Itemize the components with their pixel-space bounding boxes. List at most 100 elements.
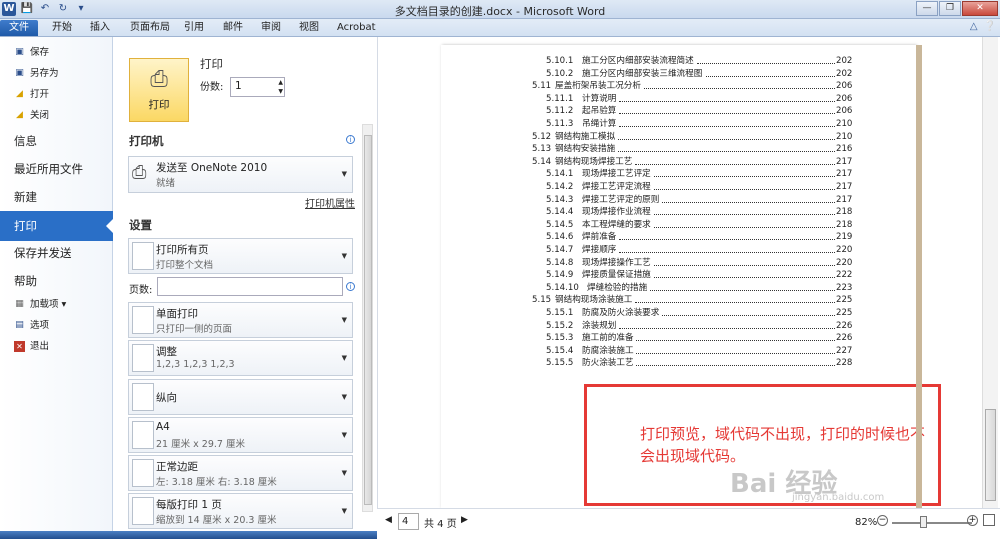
paper-size-dropdown[interactable]: A4 21 厘米 x 29.7 厘米 ▼ [128, 417, 353, 453]
minimize-ribbon-icon[interactable]: △ [970, 21, 978, 32]
zoom-in-icon[interactable]: + [967, 515, 978, 526]
toc-number: 5.14.5 [546, 219, 574, 230]
zoom-out-icon[interactable]: − [877, 515, 888, 526]
watermark-url: jingyan.baidu.com [792, 492, 885, 503]
prev-page-icon[interactable]: ◀ [385, 515, 392, 525]
toc-title: 防火涂装工艺 [582, 358, 634, 369]
zoom-to-page-icon[interactable] [983, 514, 995, 526]
nav-open[interactable]: ◢ 打开 [0, 86, 113, 104]
zoom-slider-thumb[interactable] [920, 516, 927, 528]
toc-page-number: 210 [836, 131, 853, 142]
collate-sub: 1,2,3 1,2,3 1,2,3 [156, 359, 235, 370]
orientation-dropdown[interactable]: 纵向 ▼ [128, 379, 353, 415]
toc-number: 5.14.10 [546, 282, 579, 293]
nav-save-label: 保存 [30, 47, 50, 58]
toc-entry: 5.14.1 现场焊接工艺评定 217 [441, 169, 861, 180]
toc-title: 钢结构安装措施 [555, 144, 616, 155]
one-sided-icon [132, 306, 154, 334]
toc-title: 防腐及防火涂装要求 [582, 308, 660, 318]
printer-dropdown[interactable]: ⎙ 发送至 OneNote 2010 就绪 ▼ [128, 156, 353, 193]
scroll-thumb[interactable] [364, 135, 372, 505]
chevron-down-icon: ▼ [341, 316, 347, 324]
copies-stepper[interactable]: 1 ▲ ▼ [230, 77, 285, 97]
minimize-button[interactable]: — [916, 1, 938, 16]
settings-scrollbar[interactable] [362, 124, 373, 512]
tab-mailings[interactable]: 邮件 [223, 20, 243, 36]
toc-number: 5.11.1 [546, 93, 574, 104]
close-doc-icon: ◢ [16, 110, 23, 120]
toc-title: 焊接工艺评定流程 [582, 182, 651, 192]
sides-sub: 只打印一侧的页面 [156, 324, 233, 335]
tab-review[interactable]: 审阅 [261, 20, 281, 36]
paper-size-icon [132, 421, 154, 449]
nav-save[interactable]: ▣ 保存 [0, 44, 113, 62]
margins-dropdown[interactable]: 正常边距 左: 3.18 厘米 右: 3.18 厘米 ▼ [128, 455, 353, 491]
ribbon-tabs: 文件 开始 插入 页面布局 引用 邮件 审阅 视图 Acrobat △ ❔ [0, 19, 1000, 37]
collate-dropdown[interactable]: 调整 1,2,3 1,2,3 1,2,3 ▼ [128, 340, 353, 376]
zoom-level[interactable]: 82% [855, 517, 877, 528]
next-page-icon[interactable]: ▶ [461, 515, 468, 525]
nav-save-as[interactable]: ▣ 另存为 [0, 65, 113, 83]
current-page-input[interactable]: 4 [398, 513, 419, 530]
toc-page-number: 202 [836, 56, 853, 66]
toc-page-number: 227 [836, 345, 853, 356]
close-button[interactable]: ✕ [962, 1, 998, 16]
printer-info-icon[interactable]: i [346, 135, 355, 144]
toc-entry: 5.10.1 施工分区内细部安装流程简述 202 [441, 56, 861, 67]
pages-input[interactable] [157, 277, 343, 296]
tab-acrobat[interactable]: Acrobat [337, 20, 376, 36]
toc-title: 钢结构现场焊接工艺 [555, 156, 633, 167]
nav-close[interactable]: ◢ 关闭 [0, 107, 113, 125]
print-range-dropdown[interactable]: 打印所有页 打印整个文档 ▼ [128, 238, 353, 274]
preview-scrollbar[interactable] [982, 37, 998, 508]
collate-title: 调整 [156, 346, 177, 358]
toc-page-number: 206 [836, 106, 853, 117]
zoom-slider[interactable] [892, 522, 972, 524]
toc-entry: 5.13 钢结构安装措施 216 [441, 144, 861, 155]
printer-heading: 打印机 [129, 134, 164, 148]
toc-leader-dots [653, 220, 835, 228]
toc-title: 钢结构现场涂装施工 [555, 295, 633, 306]
toc-title: 吊绳计算 [582, 119, 617, 129]
pages-info-icon[interactable]: i [346, 282, 355, 291]
tab-page-layout[interactable]: 页面布局 [130, 20, 170, 36]
preview-scroll-thumb[interactable] [985, 409, 996, 501]
toc-leader-dots [618, 119, 835, 127]
margins-title: 正常边距 [156, 461, 198, 473]
nav-options[interactable]: ▤ 选项 [0, 317, 113, 335]
nav-print[interactable]: 打印 [0, 211, 114, 241]
print-button[interactable]: ⎙ 打印 [129, 58, 189, 122]
nav-new[interactable]: 新建 [0, 188, 113, 206]
toc-page-number: 226 [836, 320, 853, 331]
print-range-title: 打印所有页 [156, 244, 209, 256]
toc-number: 5.11.3 [546, 119, 574, 129]
sides-dropdown[interactable]: 单面打印 只打印一侧的页面 ▼ [128, 302, 353, 338]
toc-page-number: 220 [836, 257, 853, 268]
restore-button[interactable]: ❐ [939, 1, 961, 16]
pages-per-sheet-dropdown[interactable]: 每版打印 1 页 缩放到 14 厘米 x 20.3 厘米 ▼ [128, 493, 353, 529]
tab-file[interactable]: 文件 [0, 20, 38, 36]
nav-recent[interactable]: 最近所用文件 [0, 160, 113, 178]
window-title: 多文档目录的创建.docx - Microsoft Word [394, 5, 606, 18]
help-icon[interactable]: ❔ [984, 21, 996, 32]
nav-exit[interactable]: ✕ 退出 [0, 338, 113, 356]
tab-home[interactable]: 开始 [52, 20, 72, 36]
printer-name: 发送至 OneNote 2010 [156, 162, 268, 174]
toc-leader-dots [618, 245, 835, 253]
nav-addins[interactable]: ▦ 加载项 ▾ [0, 296, 113, 314]
tab-insert[interactable]: 插入 [90, 20, 110, 36]
toc-title: 屋盖桁架吊装工况分析 [555, 81, 641, 92]
tab-references[interactable]: 引用 [184, 20, 204, 36]
nav-help[interactable]: 帮助 [0, 272, 113, 290]
printer-properties-link[interactable]: 打印机属性 [305, 195, 355, 210]
collate-icon [132, 344, 154, 372]
nav-save-send[interactable]: 保存并发送 [0, 244, 113, 262]
nav-info[interactable]: 信息 [0, 132, 113, 150]
preview-status-bar: ◀ 4 共 4 页 ▶ 82% − + [377, 508, 1000, 539]
toc-entry: 5.11.1 计算说明 206 [441, 94, 861, 105]
toc-leader-dots [697, 56, 835, 64]
stepper-arrows-icon[interactable]: ▲ ▼ [278, 78, 283, 96]
toc-page-number: 217 [836, 169, 853, 180]
toc-page-number: 217 [836, 182, 853, 192]
tab-view[interactable]: 视图 [299, 20, 319, 36]
